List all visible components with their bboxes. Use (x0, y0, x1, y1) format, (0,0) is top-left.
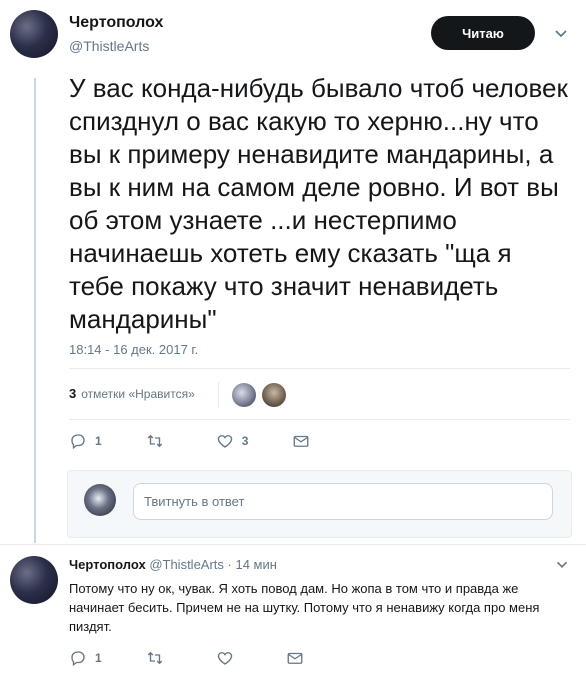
reply-actions: 1 (69, 649, 356, 667)
liker-avatar[interactable] (232, 383, 256, 407)
reply-button[interactable]: 1 (69, 432, 102, 450)
reply-author-avatar[interactable] (10, 556, 58, 604)
reply-count: 1 (95, 434, 102, 448)
like-button[interactable] (216, 649, 242, 667)
tweet-timestamp[interactable]: 18:14 - 16 дек. 2017 г. (69, 342, 198, 357)
reply-time[interactable]: · 14 мин (228, 557, 277, 572)
like-icon (217, 652, 232, 665)
current-user-avatar (84, 484, 116, 516)
reply-icon (71, 434, 85, 450)
divider (69, 419, 570, 420)
following-button[interactable]: Читаю (431, 16, 535, 50)
reply-author-name[interactable]: Чертополох (69, 557, 146, 572)
like-button[interactable]: 3 (216, 432, 249, 450)
retweet-icon (147, 651, 162, 665)
retweet-icon (147, 434, 162, 448)
author-name[interactable]: Чертополох (69, 14, 163, 32)
like-count: 3 (241, 434, 249, 448)
reply-header: Чертополох @ThistleArts · 14 мин (69, 557, 277, 572)
likes-count: 3 (69, 386, 77, 401)
chevron-down-icon[interactable] (551, 24, 571, 44)
message-icon (287, 652, 303, 664)
direct-message-button[interactable] (292, 432, 318, 450)
reply-icon (71, 651, 85, 667)
author-avatar[interactable] (10, 10, 58, 58)
reply-input[interactable]: Твитнуть в ответ (133, 483, 553, 520)
thread-line (34, 78, 36, 543)
message-icon (293, 435, 309, 447)
reply-author-handle[interactable]: @ThistleArts (149, 557, 224, 572)
like-icon (217, 435, 232, 448)
likes-stat[interactable]: 3 отметки «Нравится» (69, 386, 195, 401)
likes-label: отметки «Нравится» (81, 386, 195, 401)
divider (69, 368, 570, 369)
reply-text: Потому что ну ок, чувак. Я хоть повод да… (69, 581, 540, 634)
tweet-text: У вас конда-нибудь бывало чтоб человек с… (69, 73, 568, 334)
author-handle[interactable]: @ThistleArts (69, 38, 149, 54)
likes-separator (218, 382, 219, 408)
divider (0, 544, 586, 545)
reply-button[interactable]: 1 (69, 649, 102, 667)
liker-avatar[interactable] (262, 383, 286, 407)
direct-message-button[interactable] (286, 649, 312, 667)
tweet-actions: 1 3 (69, 432, 362, 450)
retweet-button[interactable] (146, 649, 172, 667)
chevron-down-icon[interactable] (553, 556, 571, 574)
retweet-button[interactable] (146, 432, 172, 450)
reply-count: 1 (95, 651, 102, 665)
